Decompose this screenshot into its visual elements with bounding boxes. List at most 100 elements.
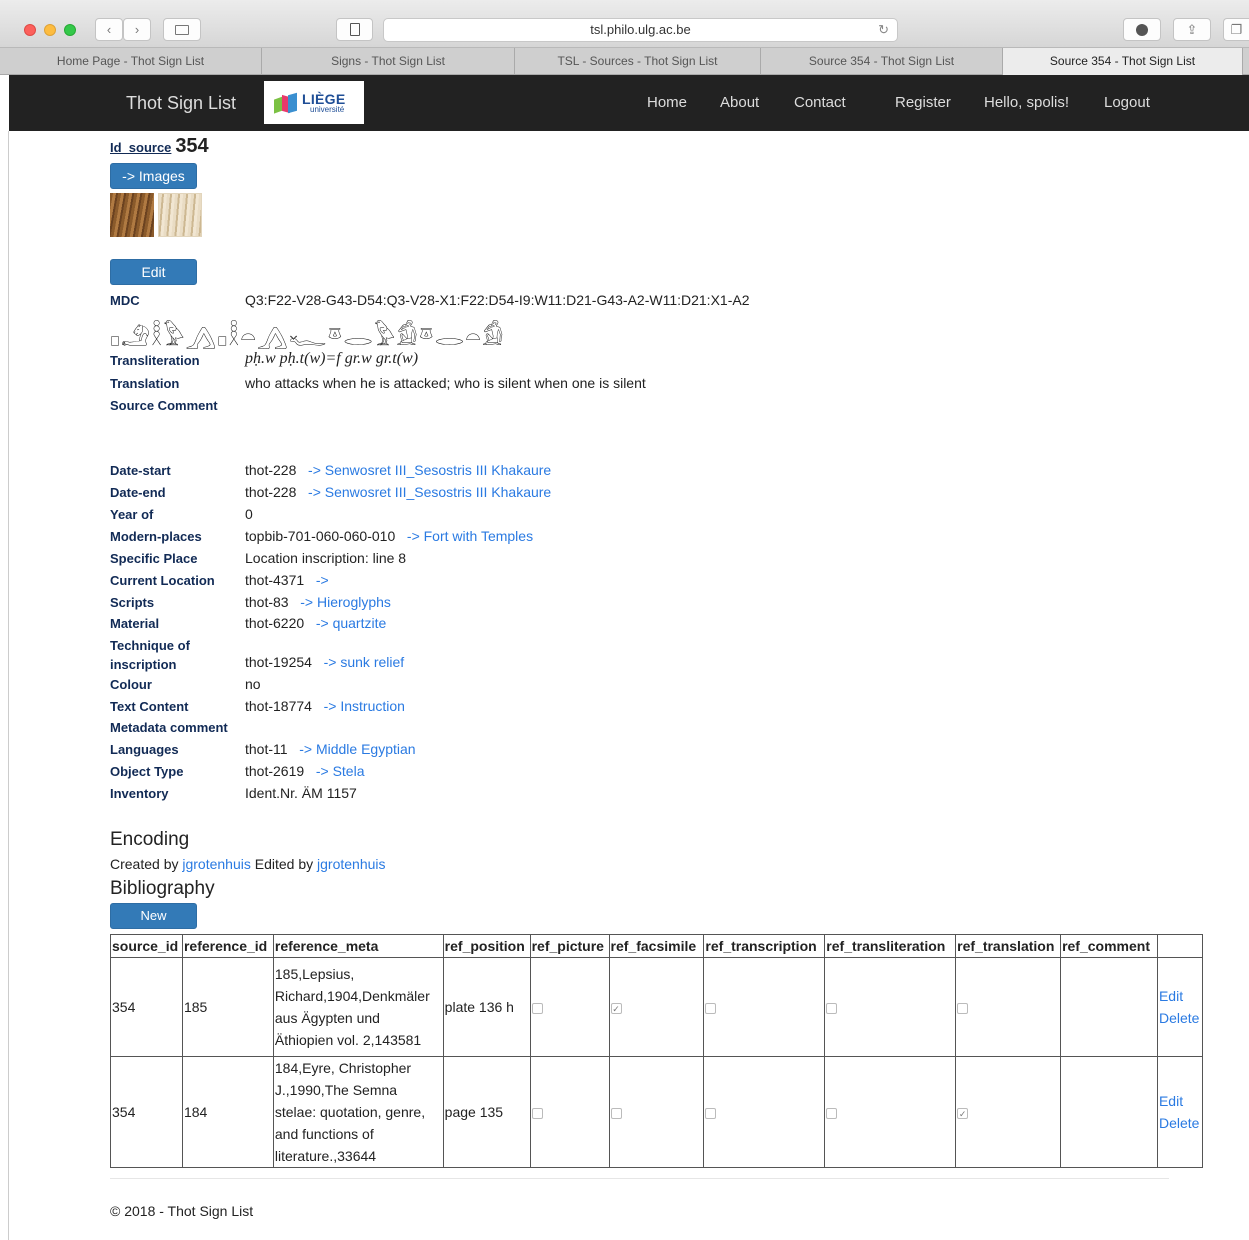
hieroglyph-rendering: 𓊪𓄂𓎛𓅱𓂻𓊪𓎛𓏏𓂻𓆑𓎼𓂋𓅱𓀁𓎼𓂋𓏏𓀁 <box>110 322 505 351</box>
material-label: Material <box>110 616 160 631</box>
current-location-link[interactable]: -> <box>316 572 329 588</box>
nav-contact[interactable]: Contact <box>794 94 846 111</box>
date-end-link[interactable]: -> Senwosret III_Sesostris III Khakaure <box>308 484 551 500</box>
inventory-label: Inventory <box>110 786 169 801</box>
meta-id: thot-4371 <box>245 572 305 588</box>
ref-picture-checkbox[interactable] <box>531 1002 543 1014</box>
close-window-icon[interactable] <box>24 24 36 36</box>
ref-facsimile-checkbox[interactable] <box>610 1107 622 1119</box>
material-link[interactable]: -> quartzite <box>316 615 386 631</box>
year-of-label: Year of <box>110 507 154 522</box>
nav-about[interactable]: About <box>720 94 759 111</box>
window-edge <box>8 131 9 1240</box>
ref-translation-checkbox[interactable]: ✓ <box>957 1107 969 1119</box>
nav-user-greeting[interactable]: Hello, spolis! <box>984 94 1069 111</box>
scripts-link[interactable]: -> Hieroglyphs <box>300 594 391 610</box>
cell-ref-picture <box>529 1056 610 1168</box>
tabs-button[interactable]: ❐ <box>1223 18 1249 41</box>
col-reference-id: reference_id <box>181 934 274 958</box>
edit-reference-link[interactable]: Edit <box>1159 1090 1201 1112</box>
meta-id: topbib-701-060-060-010 <box>245 528 396 544</box>
minimize-window-icon[interactable] <box>44 24 56 36</box>
browser-tab-active[interactable]: Source 354 - Thot Sign List <box>1003 48 1243 75</box>
delete-reference-link[interactable]: Delete <box>1159 1007 1201 1029</box>
university-logo[interactable]: LIÈGE université <box>264 81 364 124</box>
id-source-label[interactable]: Id_source <box>110 140 171 155</box>
edit-source-button[interactable]: Edit <box>110 259 197 285</box>
mdc-label: MDC <box>110 293 140 308</box>
edited-by-user-link[interactable]: jgrotenhuis <box>317 856 386 872</box>
source-photo-thumbnail[interactable] <box>110 193 154 237</box>
address-bar[interactable]: tsl.philo.ulg.ac.be ↻ <box>383 18 898 42</box>
footer-divider <box>110 1178 1169 1179</box>
source-facsimile-thumbnail[interactable] <box>158 193 202 237</box>
col-source-id: source_id <box>110 934 183 958</box>
cell-actions: Edit Delete <box>1156 1056 1204 1168</box>
downloads-button[interactable] <box>1123 18 1161 41</box>
share-button[interactable]: ⇪ <box>1173 18 1211 41</box>
col-ref-transliteration: ref_transliteration <box>824 934 957 958</box>
object-type-link[interactable]: -> Stela <box>316 763 365 779</box>
sidebar-icon <box>175 24 189 35</box>
text-content-label: Text Content <box>110 699 189 714</box>
reload-icon[interactable]: ↻ <box>878 19 889 41</box>
transliteration-label: Transliteration <box>110 353 200 368</box>
languages-link[interactable]: -> Middle Egyptian <box>299 741 415 757</box>
nav-home[interactable]: Home <box>647 94 687 111</box>
technique-link[interactable]: -> sunk relief <box>324 654 405 670</box>
ref-transliteration-checkbox[interactable] <box>826 1107 838 1119</box>
colour-label: Colour <box>110 677 152 692</box>
ref-translation-checkbox[interactable] <box>957 1002 969 1014</box>
share-icon: ⇪ <box>1186 21 1198 37</box>
zoom-window-icon[interactable] <box>64 24 76 36</box>
text-content-value: thot-18774 -> Instruction <box>245 698 405 714</box>
ref-transcription-checkbox[interactable] <box>705 1107 717 1119</box>
nav-logout[interactable]: Logout <box>1104 94 1150 111</box>
ref-facsimile-checkbox[interactable]: ✓ <box>610 1002 622 1014</box>
meta-id: thot-11 <box>245 741 288 757</box>
page-icon <box>349 23 360 36</box>
nav-register[interactable]: Register <box>895 94 951 111</box>
translation-label: Translation <box>110 376 180 391</box>
col-ref-picture: ref_picture <box>529 934 610 958</box>
browser-tab[interactable]: TSL - Sources - Thot Sign List <box>515 48 761 75</box>
scripts-label: Scripts <box>110 595 155 610</box>
cell-ref-comment <box>1060 957 1158 1057</box>
col-reference-meta: reference_meta <box>272 934 444 958</box>
encoding-heading: Encoding <box>110 829 190 850</box>
inventory-value: Ident.Nr. ÄM 1157 <box>245 785 357 801</box>
browser-tab[interactable]: Signs - Thot Sign List <box>262 48 515 75</box>
created-by-user-link[interactable]: jgrotenhuis <box>182 856 251 872</box>
text-content-link[interactable]: -> Instruction <box>324 698 405 714</box>
modern-places-link[interactable]: -> Fort with Temples <box>407 528 533 544</box>
ref-transliteration-checkbox[interactable] <box>826 1002 838 1014</box>
date-start-link[interactable]: -> Senwosret III_Sesostris III Khakaure <box>308 462 551 478</box>
back-button[interactable]: ‹ <box>95 18 123 41</box>
reader-button[interactable] <box>336 18 373 41</box>
chevron-right-icon: › <box>134 22 140 37</box>
new-reference-button[interactable]: New <box>110 903 197 929</box>
cell-ref-transcription <box>703 957 826 1057</box>
delete-reference-link[interactable]: Delete <box>1159 1112 1201 1134</box>
current-location-value: thot-4371 -> <box>245 572 329 588</box>
forward-button[interactable]: › <box>123 18 151 41</box>
site-brand[interactable]: Thot Sign List <box>126 93 236 114</box>
encoding-credits: Created by jgrotenhuis Edited by jgroten… <box>110 856 386 872</box>
images-button[interactable]: -> Images <box>110 163 197 189</box>
date-start-value: thot-228 -> Senwosret III_Sesostris III … <box>245 462 551 478</box>
chevron-left-icon: ‹ <box>106 22 112 37</box>
tabs-icon: ❐ <box>1230 21 1243 37</box>
modern-places-value: topbib-701-060-060-010 -> Fort with Temp… <box>245 528 533 544</box>
browser-tab[interactable]: Home Page - Thot Sign List <box>0 48 262 75</box>
ref-picture-checkbox[interactable] <box>531 1107 543 1119</box>
ref-transcription-checkbox[interactable] <box>705 1002 717 1014</box>
modern-places-label: Modern-places <box>110 529 202 544</box>
languages-label: Languages <box>110 742 179 757</box>
specific-place-value: Location inscription: line 8 <box>245 550 407 566</box>
edit-reference-link[interactable]: Edit <box>1159 985 1201 1007</box>
sidebar-button[interactable] <box>163 18 201 41</box>
browser-tab[interactable]: Source 354 - Thot Sign List <box>761 48 1003 75</box>
table-header-row: source_id reference_id reference_meta re… <box>110 934 1204 958</box>
translation-value: who attacks when he is attacked; who is … <box>245 375 646 391</box>
table-row: 354 185 185,Lepsius, Richard,1904,Denkmä… <box>110 957 1204 1057</box>
